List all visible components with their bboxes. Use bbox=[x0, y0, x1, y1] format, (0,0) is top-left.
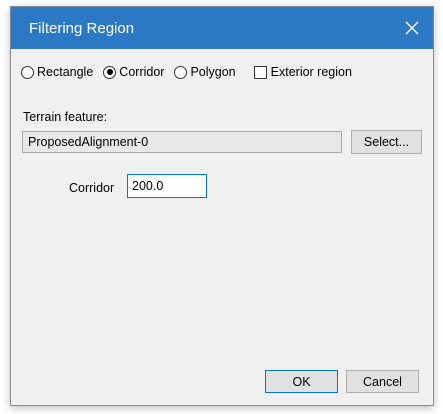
terrain-feature-field[interactable]: ProposedAlignment-0 bbox=[22, 131, 342, 153]
terrain-feature-label: Terrain feature: bbox=[23, 110, 108, 124]
radio-corridor[interactable]: Corridor bbox=[103, 65, 164, 79]
radio-corridor-label: Corridor bbox=[119, 65, 165, 79]
title-bar: Filtering Region bbox=[11, 7, 433, 49]
radio-polygon[interactable]: Polygon bbox=[174, 65, 236, 79]
radio-polygon-label: Polygon bbox=[190, 65, 236, 79]
corridor-label: Corridor bbox=[69, 181, 115, 195]
region-type-row: Rectangle Corridor Polygon Exterior regi… bbox=[21, 65, 352, 79]
select-button[interactable]: Select... bbox=[351, 130, 422, 154]
radio-rectangle-indicator bbox=[21, 65, 34, 79]
dialog-title: Filtering Region bbox=[29, 20, 135, 37]
ok-button[interactable]: OK bbox=[265, 370, 338, 393]
exterior-region-label: Exterior region bbox=[270, 65, 352, 79]
radio-rectangle[interactable]: Rectangle bbox=[21, 65, 93, 79]
close-icon bbox=[405, 21, 419, 35]
radio-rectangle-label: Rectangle bbox=[37, 65, 94, 79]
radio-polygon-indicator bbox=[174, 65, 188, 79]
cancel-button[interactable]: Cancel bbox=[346, 370, 419, 393]
exterior-region-checkbox[interactable]: Exterior region bbox=[253, 65, 352, 79]
exterior-region-box bbox=[253, 65, 267, 79]
close-button[interactable] bbox=[391, 7, 433, 49]
radio-corridor-indicator bbox=[103, 65, 117, 79]
filtering-region-dialog: Filtering Region Rectangle Corridor Poly… bbox=[10, 6, 434, 406]
corridor-width-input[interactable] bbox=[127, 174, 207, 198]
